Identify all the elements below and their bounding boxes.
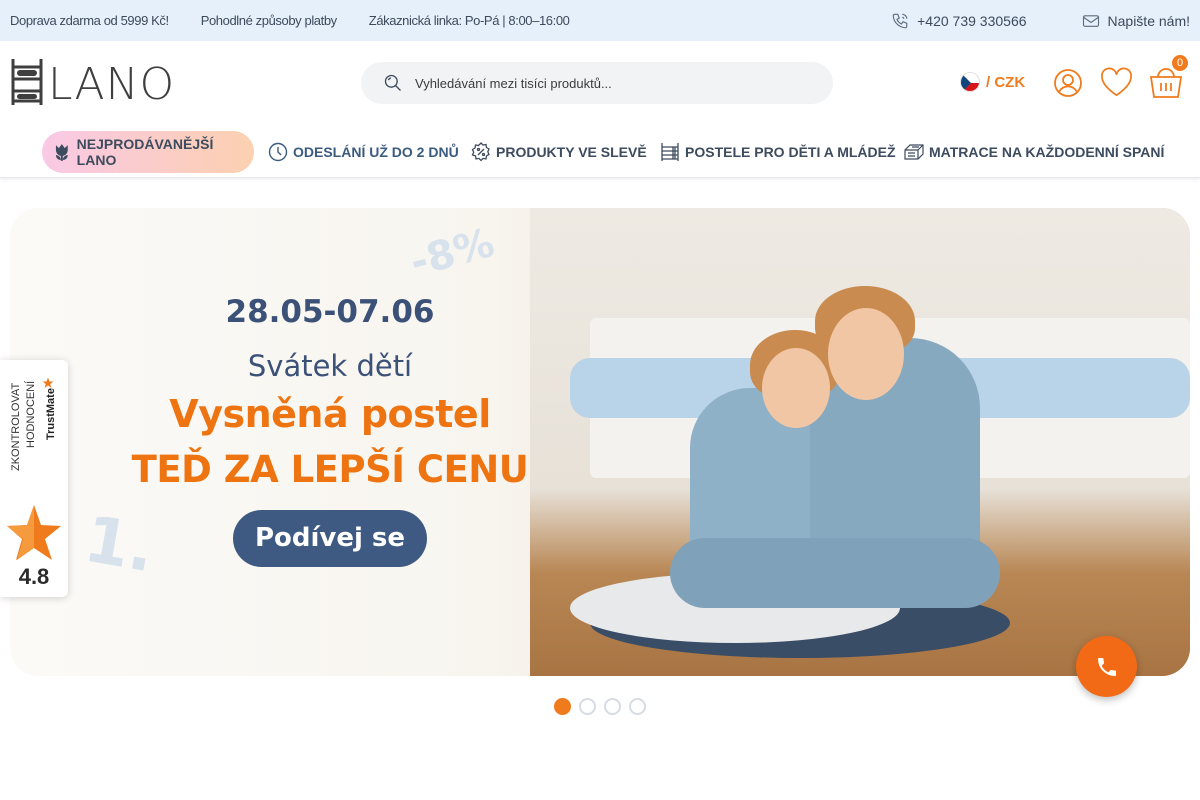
mail-icon (1082, 14, 1099, 27)
nav-item-sale[interactable]: PRODUKTY VE SLEVĚ (471, 131, 647, 173)
banner-date: 28.05-07.06 (225, 294, 435, 330)
carousel-dot-4[interactable] (629, 698, 646, 715)
bunk-bed-logo-icon (11, 59, 43, 105)
carousel-dot-2[interactable] (579, 698, 596, 715)
carousel-dot-1[interactable] (554, 698, 571, 715)
phone-icon (892, 13, 908, 28)
trustmate-score: 4.8 (18, 564, 50, 589)
banner-cta-button[interactable]: Podívej se (233, 510, 427, 567)
write-us-link[interactable]: Napište nám! (1082, 13, 1190, 29)
write-us-label: Napište nám! (1107, 12, 1190, 29)
banner-photo-legs (670, 538, 1000, 608)
nav-label-kids-beds: POSTELE PRO DĚTI A MLÁDEŽ (685, 144, 896, 160)
logo[interactable]: LANO (10, 57, 175, 107)
banner-subtitle: Svátek dětí (247, 349, 413, 383)
clock-icon (268, 142, 288, 162)
nav-label-sale: PRODUKTY VE SLEVĚ (496, 144, 647, 160)
mattress-icon (904, 144, 924, 160)
call-button[interactable] (1076, 636, 1137, 697)
carousel-dots (554, 698, 654, 715)
banner-photo-face-right (828, 308, 904, 400)
trustmate-star-small-icon (42, 377, 54, 388)
banner-headline-2: TEĎ ZA LEPŠÍ CENU (131, 448, 529, 491)
trustmate-widget[interactable]: ZKONTROLOVAT HODNOCENÍ TrustMate 4.8 (0, 360, 68, 597)
search-bar[interactable] (361, 62, 833, 104)
search-input[interactable] (415, 75, 795, 91)
site-header: LANO / CZK (0, 41, 1200, 126)
hotline-text: Zákaznická linka: Po-Pá | 8:00–16:00 (368, 13, 570, 28)
banner-photo-face-left (762, 348, 830, 428)
search-icon[interactable] (383, 73, 403, 93)
nav-item-bestsellers[interactable]: NEJPRODÁVANĚJŠÍ LANO (42, 131, 254, 173)
nav-label-mattresses: MATRACE NA KAŽDODENNÍ SPANÍ (929, 144, 1165, 160)
payment-methods-link[interactable]: Pohodlné způsoby platby (201, 13, 337, 28)
bunk-bed-icon (661, 143, 679, 161)
trustmate-line1: ZKONTROLOVAT (10, 382, 22, 471)
currency-selector[interactable]: / CZK (960, 72, 1025, 92)
heart-icon[interactable] (1099, 67, 1134, 98)
nav-label-fast-shipping: ODESLÁNÍ UŽ DO 2 DNŮ (293, 144, 459, 160)
phone-icon (1097, 657, 1116, 676)
nav-label-bestsellers: NEJPRODÁVANĚJŠÍ LANO (76, 136, 214, 168)
nav-item-fast-shipping[interactable]: ODESLÁNÍ UŽ DO 2 DNŮ (268, 131, 459, 173)
percent-badge-icon (471, 142, 490, 162)
banner-deco-percent: -8% (405, 219, 500, 287)
trustmate-brand: TrustMate (45, 388, 57, 440)
user-icon[interactable] (1053, 68, 1083, 98)
free-shipping-text[interactable]: Doprava zdarma od 5999 Kč! (10, 13, 169, 28)
carousel-dot-3[interactable] (604, 698, 621, 715)
top-info-bar: Doprava zdarma od 5999 Kč! Pohodlné způs… (0, 0, 1200, 41)
czech-flag-icon (960, 72, 980, 92)
tulip-icon (55, 144, 68, 161)
hero-banner[interactable]: -8% 1. 28.05-07.06 Svátek dětí Vysněná p… (10, 208, 1190, 676)
logo-text: LANO (48, 59, 176, 110)
trustmate-line2: HODNOCENÍ (25, 380, 37, 448)
phone-number: +420 739 330566 (917, 12, 1027, 29)
banner-deco-digit: 1. (79, 502, 160, 588)
phone-link[interactable]: +420 739 330566 (891, 12, 1027, 30)
trustmate-star-icon (7, 505, 61, 560)
main-nav: NEJPRODÁVANĚJŠÍ LANO ODESLÁNÍ UŽ DO 2 DN… (0, 126, 1200, 178)
currency-label: / CZK (986, 73, 1026, 91)
nav-item-kids-beds[interactable]: POSTELE PRO DĚTI A MLÁDEŽ (660, 131, 896, 173)
nav-item-mattresses[interactable]: MATRACE NA KAŽDODENNÍ SPANÍ (904, 131, 1164, 173)
banner-headline: Vysněná postel (169, 392, 491, 436)
cart-count-badge[interactable]: 0 (1172, 55, 1188, 71)
